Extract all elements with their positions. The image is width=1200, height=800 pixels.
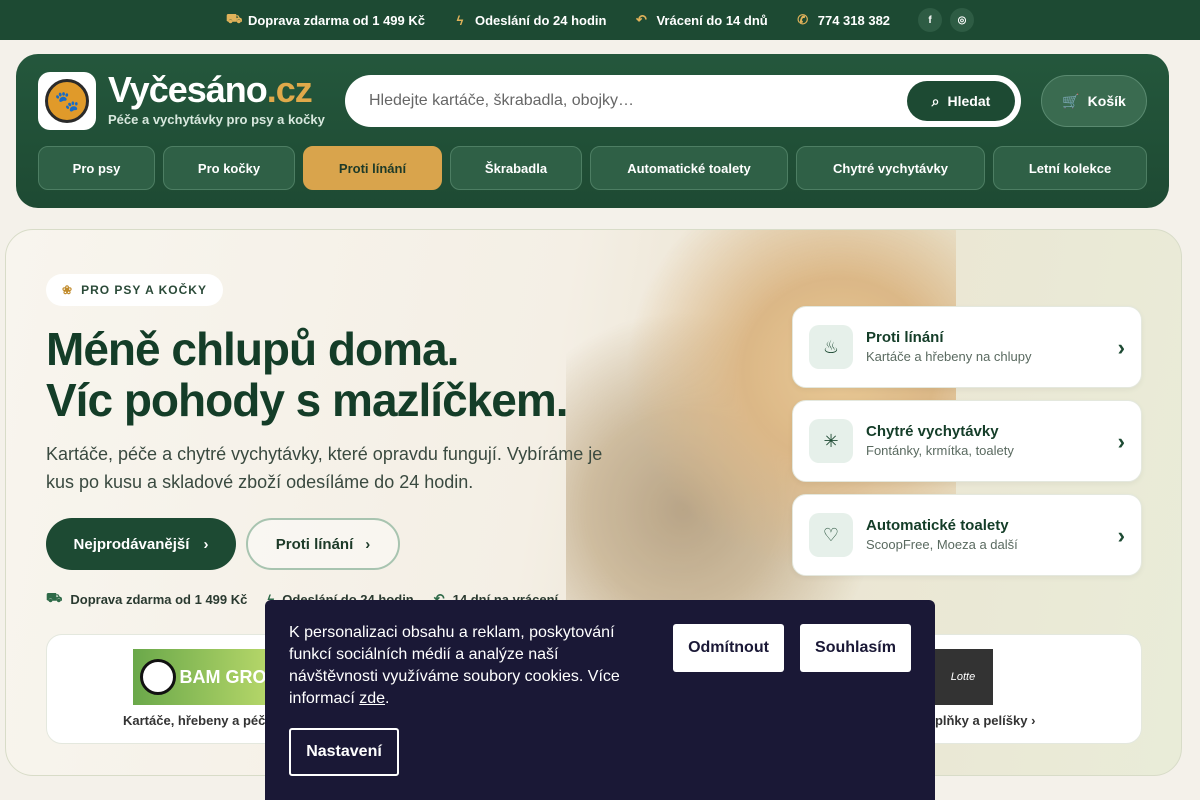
hero-headline: Méně chlupů doma. Víc pohody s mazlíčkem… — [46, 323, 569, 426]
phone-icon: ✆ — [797, 12, 809, 27]
category-cards: ♨ Proti línání Kartáče a hřebeny na chlu… — [792, 306, 1142, 588]
bamboo-groom-logo[interactable]: BAM GRO — [133, 649, 273, 705]
cart-button[interactable]: 🛒 Košík — [1041, 75, 1147, 127]
hero-subtitle: Kartáče, péče a chytré vychytávky, které… — [46, 444, 603, 492]
site-header: 🐾 Vyčesáno.cz Péče a vychytávky pro psy … — [16, 54, 1169, 208]
return-arrow-icon: ↶ — [636, 12, 647, 27]
nav-tab[interactable]: Pro kočky — [163, 146, 295, 190]
paw-icon: ❀ — [62, 283, 74, 297]
brand-name-text: Vyčesáno — [108, 69, 268, 110]
cookie-banner: K personalizaci obsahu a reklam, poskyto… — [265, 600, 935, 800]
paw-icon: 🐾 — [45, 79, 89, 123]
lotte-logo-text: Lotte — [950, 671, 976, 683]
main-nav: Pro psy Pro kočky Proti línání Škrabadla Aut… — [38, 146, 1147, 190]
cookie-text-end: . — [385, 690, 390, 707]
shipping-text: Doprava zdarma od 1 499 Kč — [247, 12, 425, 28]
returns-info: ↶ Vrácení do 14 dnů — [634, 12, 768, 28]
perk-shipping: ⛟ Doprava zdarma od 1 499 Kč — [46, 590, 247, 608]
brand-name: Vyčesáno.cz — [108, 70, 325, 110]
top-info-bar: ⛟ Doprava zdarma od 1 499 Kč ϟ Odeslání do… — [0, 0, 1200, 40]
chevron-right-icon: › — [1031, 713, 1036, 728]
cookie-settings-button[interactable]: Nastavení — [289, 728, 399, 776]
chevron-right-icon: › — [1117, 429, 1125, 454]
lotte-logo[interactable]: Lotte — [933, 649, 993, 705]
nav-tab[interactable]: Pro psy — [38, 146, 155, 190]
card-title: Automatické toalety — [866, 517, 1009, 534]
heart-plus-icon: ♡ — [809, 513, 853, 557]
cookie-accept-button[interactable]: Souhlasím — [800, 624, 911, 672]
brand-tagline: Péče a vychytávky pro psy a kočky — [108, 112, 325, 127]
chevron-right-icon: › — [365, 535, 371, 553]
instagram-icon[interactable]: ◎ — [950, 8, 975, 32]
phone-text: 774 318 382 — [817, 12, 891, 28]
brush-icon: ♨ — [809, 325, 853, 369]
nav-tab[interactable]: Chytré vychytávky — [796, 146, 985, 190]
search-input[interactable] — [369, 75, 889, 127]
brand[interactable]: Vyčesáno.cz Péče a vychytávky pro psy a … — [108, 70, 325, 128]
nav-tab[interactable]: Proti línání — [303, 146, 442, 190]
card-title: Chytré vychytávky — [866, 423, 999, 440]
facebook-icon[interactable]: f — [918, 8, 943, 32]
hero-pill-text: PRO PSY A KOČKY — [81, 283, 207, 297]
bestsellers-label: Nejprodávanější — [73, 535, 190, 553]
chevron-right-icon: › — [1117, 523, 1125, 548]
search-icon: ⌕ — [931, 92, 940, 109]
cookie-text-main: K personalizaci obsahu a reklam, poskyto… — [289, 624, 620, 707]
search-button-label: Hledat — [947, 93, 991, 109]
chevron-right-icon: › — [203, 535, 209, 553]
cart-icon: 🛒 — [1062, 92, 1080, 109]
logo[interactable]: 🐾 — [38, 72, 96, 130]
anti-shedding-label: Proti línání — [275, 535, 354, 553]
nav-tab[interactable]: Automatické toalety — [590, 146, 788, 190]
social-links: f ◎ — [918, 8, 975, 32]
nav-tab[interactable]: Letní kolekce — [993, 146, 1147, 190]
truck-icon: ⛟ — [46, 590, 63, 605]
card-subtitle: Fontánky, krmítka, toalety — [866, 443, 1014, 458]
anti-shedding-button[interactable]: Proti línání › — [246, 518, 400, 570]
lotte-brand-label[interactable]: oplňky a pelíšky › — [927, 713, 1035, 728]
returns-text: Vrácení do 14 dnů — [656, 12, 768, 28]
search-bar: ⌕ Hledat — [345, 75, 1021, 127]
phone-link[interactable]: ✆ 774 318 382 — [796, 12, 890, 28]
cookie-text: K personalizaci obsahu a reklam, poskyto… — [289, 622, 639, 710]
cookie-deny-button[interactable]: Odmítnout — [673, 624, 784, 672]
card-title: Proti línání — [866, 329, 944, 346]
panda-icon — [139, 659, 176, 695]
dispatch-text: Odeslání do 24 hodin — [475, 12, 607, 28]
card-subtitle: ScoopFree, Moeza a další — [866, 537, 1018, 552]
chevron-right-icon: › — [1117, 335, 1125, 360]
truck-icon: ⛟ — [225, 11, 243, 26]
cookie-info-link[interactable]: zde — [359, 690, 385, 707]
nav-tab[interactable]: Škrabadla — [450, 146, 582, 190]
lotte-label-text: oplňky a pelíšky — [927, 713, 1028, 728]
card-subtitle: Kartáče a hřebeny na chlupy — [866, 349, 1032, 364]
bamboo-brand-label[interactable]: Kartáče, hřebeny a péče — [123, 713, 273, 728]
sparkle-icon: ✳ — [809, 419, 853, 463]
bamboo-logo-text: BAM GRO — [179, 666, 267, 687]
category-card-auto-toilets[interactable]: ♡ Automatické toalety ScoopFree, Moeza a… — [792, 494, 1142, 576]
hero-pill: ❀ PRO PSY A KOČKY — [46, 274, 223, 306]
category-card-anti-shedding[interactable]: ♨ Proti línání Kartáče a hřebeny na chlu… — [792, 306, 1142, 388]
perk-shipping-text: Doprava zdarma od 1 499 Kč — [70, 591, 248, 607]
brand-tld: .cz — [266, 69, 313, 110]
dispatch-info: ϟ Odeslání do 24 hodin — [453, 12, 607, 28]
lightning-icon: ϟ — [456, 12, 464, 28]
cart-label: Košík — [1087, 93, 1126, 109]
bestsellers-button[interactable]: Nejprodávanější › — [46, 518, 236, 570]
shipping-info: ⛟ Doprava zdarma od 1 499 Kč — [226, 11, 425, 29]
search-button[interactable]: ⌕ Hledat — [907, 81, 1015, 121]
category-card-smart-gadgets[interactable]: ✳ Chytré vychytávky Fontánky, krmítka, t… — [792, 400, 1142, 482]
hero-headline-line-1: Méně chlupů doma. — [46, 323, 459, 375]
hero-headline-line-2: Víc pohody s mazlíčkem. — [46, 374, 569, 426]
